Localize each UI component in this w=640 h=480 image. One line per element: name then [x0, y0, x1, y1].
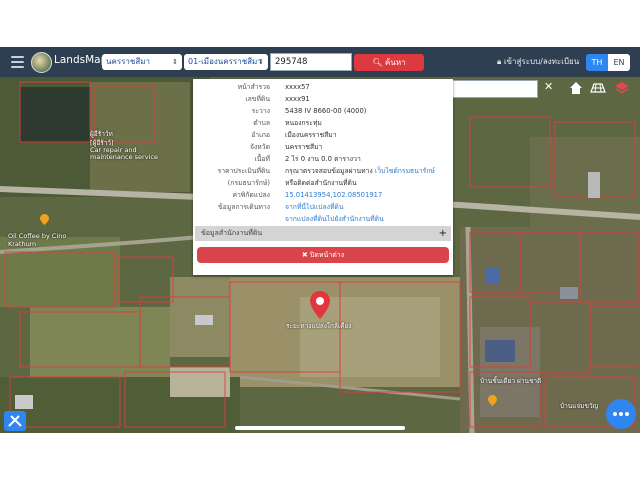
office-select[interactable]: 01-เมืองนครราชสีมา ⇕: [184, 54, 268, 70]
treasury-website-link[interactable]: เว็บไซต์กรมธนารักษ์: [375, 167, 435, 175]
info-label: ข้อมูลการเดินทาง: [218, 203, 270, 211]
layers-icon[interactable]: [614, 79, 630, 97]
info-label: ตำบล: [253, 119, 270, 127]
directions-to-office-link[interactable]: จากแปลงที่ดินไปยังสำนักงานที่ดิน: [285, 214, 384, 225]
search-button-label: ค้นหา: [385, 58, 406, 67]
info-value: กรุณาตรวจสอบข้อมูลผ่านทาง เว็บไซต์กรมธนา…: [285, 166, 435, 177]
expand-icon[interactable]: +: [439, 226, 447, 241]
info-value: หนองกระทุ่ม: [285, 119, 322, 127]
info-value: xxxx57: [285, 83, 310, 91]
appraisal-text: กรุณาตรวจสอบข้อมูลผ่านทาง: [285, 167, 373, 175]
info-row-district: อำเภอ เมืองนครราชสีมา: [193, 130, 453, 141]
menu-icon[interactable]: [11, 56, 24, 68]
info-row-land-number: เลขที่ดิน xxxx91: [193, 94, 453, 105]
info-row-directions-office: จากแปลงที่ดินไปยังสำนักงานที่ดิน: [193, 214, 453, 225]
pin-label: ระยะทางแปลงใกล้เคียง: [286, 322, 352, 330]
map-label-coffee: Oil Coffee by Cino Krathum: [8, 232, 67, 248]
info-row-appraisal: ราคาประเมินที่ดิน กรุณาตรวจสอบข้อมูลผ่านท…: [193, 166, 453, 177]
info-label: จังหวัด: [249, 143, 270, 151]
chevron-updown-icon: ⇕: [172, 58, 178, 66]
info-value: 2 ไร่ 0 งาน 0.0 ตารางวา: [285, 155, 361, 163]
land-office-section[interactable]: ข้อมูลสำนักงานที่ดิน +: [195, 226, 451, 241]
lang-en-button[interactable]: EN: [608, 54, 630, 71]
province-select[interactable]: นครราชสีมา ⇕: [102, 54, 182, 70]
info-label: เลขที่ดิน: [245, 95, 270, 103]
poi-pin-icon[interactable]: [488, 395, 497, 406]
info-label: เนื้อที่: [254, 155, 270, 163]
province-value: นครราชสีมา: [106, 57, 150, 66]
search-button[interactable]: 🔍︎ ค้นหา: [354, 54, 424, 71]
top-blank-area: [0, 0, 640, 47]
close-icon[interactable]: ✕: [544, 80, 553, 93]
more-options-button[interactable]: [606, 399, 636, 429]
info-row-sheet: ระวาง 5438 IV 8660-00 (4000): [193, 106, 453, 117]
close-icon: ✖: [301, 251, 308, 259]
info-row-province: จังหวัด นครราชสีมา: [193, 142, 453, 153]
info-row-coordinates: ค่าพิกัดแปลง 15.01413954,102.08501917: [193, 190, 453, 201]
info-value: นครราชสีมา: [285, 143, 323, 151]
home-indicator: [235, 426, 405, 430]
info-label: ค่าพิกัดแปลง: [232, 191, 270, 199]
info-label: ระวาง: [251, 107, 270, 115]
map-label-car-repair: Car repair and maintenance service: [90, 146, 158, 161]
parcel-info-popup: หน้าสำรวจ xxxx57 เลขที่ดิน xxxx91 ระวาง 543…: [193, 79, 453, 275]
coordinates-link[interactable]: 15.01413954,102.08501917: [285, 190, 382, 201]
office-value: 01-เมืองนครราชสีมา: [188, 57, 262, 66]
land-office-section-label: ข้อมูลสำนักงานที่ดิน: [201, 229, 263, 237]
bottom-blank-area: [0, 433, 640, 480]
map-label-bottom-right-2: บ้านแจ่มขวัญ: [560, 402, 599, 410]
close-window-label: ปิดหน้าต่าง: [309, 251, 345, 259]
map-label-bottom-right-1: บ้านชั้นเดียว ผ่านชาติ: [480, 377, 542, 385]
login-link[interactable]: 🔒︎ เข้าสู่ระบบ/ลงทะเบียน: [497, 55, 579, 68]
dot-icon: [613, 412, 617, 416]
close-window-button[interactable]: ✖ ปิดหน้าต่าง: [197, 247, 449, 263]
grid-layer-icon[interactable]: [590, 79, 606, 97]
chevron-updown-icon: ⇕: [258, 58, 264, 66]
coffee-poi-icon[interactable]: [40, 214, 49, 225]
tools-button[interactable]: [4, 411, 26, 431]
parcel-location-pin-icon[interactable]: [308, 290, 332, 320]
info-row-directions: ข้อมูลการเดินทาง จากที่นี่ไปแปลงที่ดิน: [193, 202, 453, 213]
app-header: LandsMaps นครราชสีมา ⇕ 01-เมืองนครราชสีม…: [0, 47, 640, 77]
info-row-survey: หน้าสำรวจ xxxx57: [193, 82, 453, 93]
info-label: (กรมธนารักษ์): [227, 179, 270, 187]
info-row-subdistrict: ตำบล หนองกระทุ่ม: [193, 118, 453, 129]
dot-icon: [619, 412, 623, 416]
info-value: หรือติดต่อสำนักงานที่ดิน: [285, 179, 357, 187]
lang-th-button[interactable]: TH: [586, 54, 608, 71]
directions-to-parcel-link[interactable]: จากที่นี่ไปแปลงที่ดิน: [285, 202, 344, 213]
info-row-area: เนื้อที่ 2 ไร่ 0 งาน 0.0 ตารางวา: [193, 154, 453, 165]
info-label: ราคาประเมินที่ดิน: [217, 167, 270, 175]
home-icon[interactable]: [568, 79, 584, 97]
lock-icon: 🔒︎: [497, 57, 502, 66]
tools-icon: [8, 415, 22, 427]
landsmaps-logo: [31, 52, 52, 73]
dot-icon: [625, 412, 629, 416]
search-icon: 🔍︎: [372, 58, 383, 67]
info-value: 5438 IV 8660-00 (4000): [285, 107, 367, 115]
parcel-number-input[interactable]: 295748: [270, 53, 352, 71]
info-label: หน้าสำรวจ: [237, 83, 270, 91]
info-label: อำเภอ: [251, 131, 270, 139]
login-label: เข้าสู่ระบบ/ลงทะเบียน: [503, 57, 580, 66]
info-value: เมืองนครราชสีมา: [285, 131, 337, 139]
info-value: xxxx91: [285, 95, 310, 103]
info-row-appraisal-sub: (กรมธนารักษ์) หรือติดต่อสำนักงานที่ดิน: [193, 178, 453, 189]
